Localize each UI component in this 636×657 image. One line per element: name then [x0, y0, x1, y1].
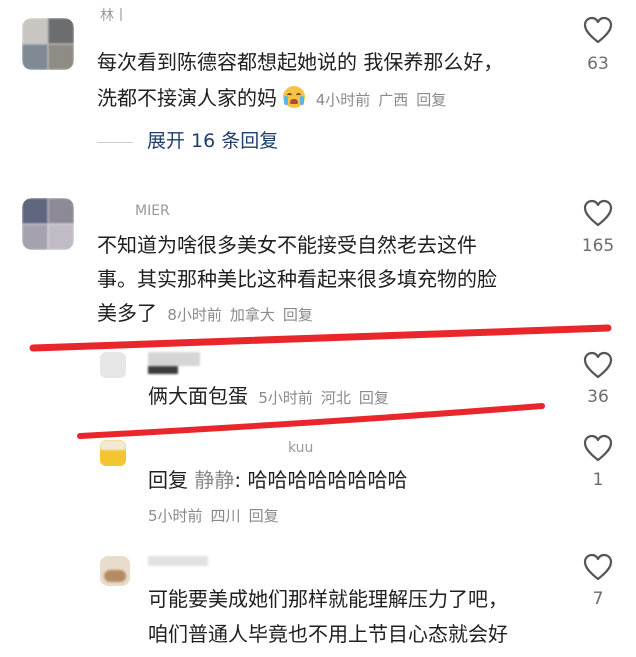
- reply-prefix: 回复: [148, 468, 188, 492]
- avatar[interactable]: [22, 198, 74, 250]
- comment-location: 四川: [210, 507, 241, 525]
- like-count: 7: [592, 589, 604, 609]
- like-count: 63: [587, 54, 609, 74]
- heart-outline-icon[interactable]: [583, 553, 613, 581]
- heart-outline-icon[interactable]: [583, 16, 613, 44]
- expand-replies-label[interactable]: 展开 16 条回复: [147, 130, 278, 152]
- red-annotation-line: [29, 324, 612, 352]
- avatar[interactable]: [22, 18, 74, 70]
- username[interactable]: 林丨: [100, 5, 128, 25]
- avatar[interactable]: [100, 556, 130, 586]
- reply-to-user[interactable]: 静静: [194, 468, 234, 492]
- comment-text-line: 可能要美成她们那样就能理解压力了吧，: [148, 587, 508, 611]
- avatar[interactable]: [100, 352, 126, 378]
- heart-outline-icon[interactable]: [583, 199, 613, 227]
- like-count: 1: [592, 470, 604, 490]
- heart-outline-icon[interactable]: [583, 434, 613, 462]
- like-count: 165: [581, 236, 615, 256]
- comment-time: 5小时前: [148, 507, 203, 525]
- heart-outline-icon[interactable]: [583, 351, 613, 379]
- comment-text-line: 洗都不接演人家的妈 4小时前 广西 回复: [97, 83, 454, 115]
- username-redacted: [148, 352, 200, 374]
- comment-meta: 4小时前 广西 回复: [316, 91, 455, 109]
- comment-text-line: 回复 静静: 哈哈哈哈哈哈哈哈: [148, 468, 408, 492]
- comment-location: 广西: [378, 91, 409, 109]
- comment-text-line: 事。其实那种美比这种看起来很多填充物的脸: [97, 267, 497, 291]
- comment-text-line: 咱们普通人毕竟也不用上节目心态就会好: [148, 622, 508, 646]
- comment-text: 哈哈哈哈哈哈哈哈: [247, 468, 408, 492]
- avatar[interactable]: [100, 440, 126, 466]
- username[interactable]: kuu: [288, 440, 313, 456]
- username-redacted: [148, 556, 208, 568]
- comment-time: 4小时前: [315, 91, 371, 109]
- comment-text-line: 不知道为啥很多美女不能接受自然老去这件: [97, 233, 477, 257]
- comment-text-fragment: 洗都不接演人家的妈: [97, 86, 277, 110]
- expand-replies[interactable]: 展开 16 条回复: [97, 126, 278, 153]
- username[interactable]: MIER: [135, 203, 170, 219]
- red-annotation-line: [77, 403, 545, 439]
- reply-button[interactable]: 回复: [416, 91, 446, 109]
- divider: [97, 142, 133, 143]
- reply-button[interactable]: 回复: [249, 507, 279, 525]
- comment-meta: 5小时前 四川 回复: [148, 505, 287, 526]
- comment-text-line: 每次看到陈德容都想起她说的 我保养那么好，: [97, 50, 504, 74]
- crying-face-emoji-icon: [283, 86, 306, 108]
